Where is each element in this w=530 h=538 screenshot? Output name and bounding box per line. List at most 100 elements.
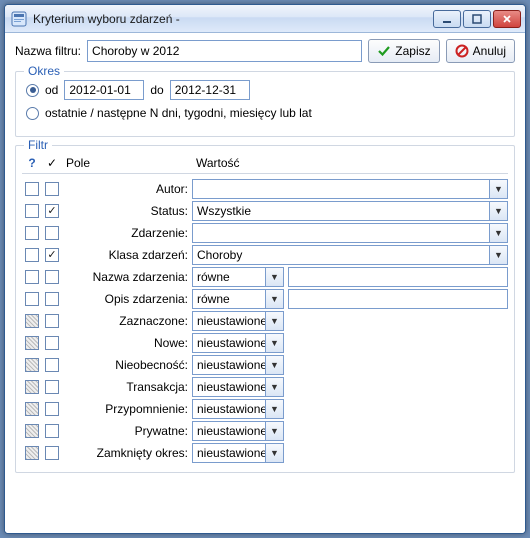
minimize-button[interactable] bbox=[433, 10, 461, 28]
chevron-down-icon[interactable]: ▼ bbox=[489, 202, 507, 220]
filter-row: Przypomnienie:nieustawione▼ bbox=[22, 398, 508, 420]
window-title: Kryterium wyboru zdarzeń - bbox=[33, 12, 433, 26]
close-button[interactable] bbox=[493, 10, 521, 28]
filter-row: Prywatne:nieustawione▼ bbox=[22, 420, 508, 442]
row-field-label: Przypomnienie: bbox=[62, 402, 192, 416]
row-value-cell: nieustawione▼ bbox=[192, 421, 508, 441]
row-checkbox-1[interactable] bbox=[25, 226, 39, 240]
row-checkbox-2[interactable] bbox=[45, 380, 59, 394]
chevron-down-icon[interactable]: ▼ bbox=[265, 400, 283, 418]
row-combo[interactable]: nieustawione▼ bbox=[192, 443, 284, 463]
row-combo-text: nieustawione bbox=[193, 314, 265, 328]
chevron-down-icon[interactable]: ▼ bbox=[265, 356, 283, 374]
cancel-button-label: Anuluj bbox=[473, 44, 506, 58]
row-checkbox-1[interactable] bbox=[25, 336, 39, 350]
row-combo-text: nieustawione bbox=[193, 402, 265, 416]
row-checkbox-1[interactable] bbox=[25, 380, 39, 394]
row-checkbox-1[interactable] bbox=[25, 424, 39, 438]
titlebar-buttons bbox=[433, 10, 521, 28]
row-checkbox-1[interactable] bbox=[25, 446, 39, 460]
do-label: do bbox=[150, 83, 163, 97]
row-combo[interactable]: ▼ bbox=[192, 223, 508, 243]
chevron-down-icon[interactable]: ▼ bbox=[265, 268, 283, 286]
row-checkbox-1[interactable] bbox=[25, 358, 39, 372]
chevron-down-icon[interactable]: ▼ bbox=[489, 180, 507, 198]
save-button-label: Zapisz bbox=[395, 44, 430, 58]
row-value-cell: nieustawione▼ bbox=[192, 355, 508, 375]
row-value-cell: równe▼ bbox=[192, 267, 508, 287]
row-value-cell: równe▼ bbox=[192, 289, 508, 309]
row-combo[interactable]: nieustawione▼ bbox=[192, 377, 284, 397]
row-field-label: Prywatne: bbox=[62, 424, 192, 438]
date-to-input[interactable] bbox=[170, 80, 250, 100]
row-value-cell: nieustawione▼ bbox=[192, 399, 508, 419]
chevron-down-icon[interactable]: ▼ bbox=[489, 224, 507, 242]
content-area: Nazwa filtru: Zapisz Anuluj Okres od do bbox=[5, 33, 525, 533]
maximize-button[interactable] bbox=[463, 10, 491, 28]
row-value-cell: nieustawione▼ bbox=[192, 443, 508, 463]
cancel-button[interactable]: Anuluj bbox=[446, 39, 515, 63]
header-help[interactable]: ? bbox=[22, 156, 42, 170]
row-checkbox-1[interactable] bbox=[25, 182, 39, 196]
chevron-down-icon[interactable]: ▼ bbox=[265, 312, 283, 330]
row-value-cell: nieustawione▼ bbox=[192, 311, 508, 331]
row-checkbox-2[interactable] bbox=[45, 336, 59, 350]
chevron-down-icon[interactable]: ▼ bbox=[265, 444, 283, 462]
row-combo[interactable]: nieustawione▼ bbox=[192, 333, 284, 353]
row-checkbox-1[interactable] bbox=[25, 204, 39, 218]
row-checkbox-1[interactable] bbox=[25, 402, 39, 416]
save-button[interactable]: Zapisz bbox=[368, 39, 439, 63]
row-value-cell: ▼ bbox=[192, 223, 508, 243]
row-checkbox-2[interactable] bbox=[45, 446, 59, 460]
row-checkbox-2[interactable] bbox=[45, 424, 59, 438]
radio-relative[interactable] bbox=[26, 107, 39, 120]
titlebar: Kryterium wyboru zdarzeń - bbox=[5, 5, 525, 33]
row-combo[interactable]: nieustawione▼ bbox=[192, 311, 284, 331]
row-checkbox-2[interactable] bbox=[45, 314, 59, 328]
row-value-input[interactable] bbox=[288, 267, 508, 287]
row-checkbox-2[interactable] bbox=[45, 182, 59, 196]
row-checkbox-2[interactable] bbox=[45, 358, 59, 372]
row-checkbox-2[interactable] bbox=[45, 292, 59, 306]
row-checkbox-2[interactable] bbox=[45, 226, 59, 240]
filter-fieldset: Filtr ? ✓ Pole Wartość Autor:▼Status:Wsz… bbox=[15, 145, 515, 473]
row-checkbox-2[interactable] bbox=[45, 248, 59, 262]
row-combo[interactable]: nieustawione▼ bbox=[192, 421, 284, 441]
row-field-label: Opis zdarzenia: bbox=[62, 292, 192, 306]
chevron-down-icon[interactable]: ▼ bbox=[265, 334, 283, 352]
radio-absolute[interactable] bbox=[26, 84, 39, 97]
row-checkbox-1[interactable] bbox=[25, 270, 39, 284]
row-value-cell: Wszystkie▼ bbox=[192, 201, 508, 221]
date-from-input[interactable] bbox=[64, 80, 144, 100]
row-value-cell: ▼ bbox=[192, 179, 508, 199]
filter-name-label: Nazwa filtru: bbox=[15, 44, 81, 58]
period-absolute-row: od do bbox=[26, 80, 504, 100]
chevron-down-icon[interactable]: ▼ bbox=[489, 246, 507, 264]
header-value: Wartość bbox=[192, 156, 508, 170]
row-checkbox-2[interactable] bbox=[45, 402, 59, 416]
row-combo[interactable]: równe▼ bbox=[192, 267, 284, 287]
row-checkbox-2[interactable] bbox=[45, 270, 59, 284]
dialog-window: Kryterium wyboru zdarzeń - Nazwa filtru:… bbox=[4, 4, 526, 534]
filter-row: Nowe:nieustawione▼ bbox=[22, 332, 508, 354]
filter-row: Status:Wszystkie▼ bbox=[22, 200, 508, 222]
row-combo[interactable]: nieustawione▼ bbox=[192, 399, 284, 419]
row-combo-text: nieustawione bbox=[193, 380, 265, 394]
row-combo-text: nieustawione bbox=[193, 446, 265, 460]
row-checkbox-1[interactable] bbox=[25, 248, 39, 262]
chevron-down-icon[interactable]: ▼ bbox=[265, 290, 283, 308]
row-value-input[interactable] bbox=[288, 289, 508, 309]
row-checkbox-2[interactable] bbox=[45, 204, 59, 218]
chevron-down-icon[interactable]: ▼ bbox=[265, 422, 283, 440]
row-combo-text: nieustawione bbox=[193, 424, 265, 438]
row-combo[interactable]: ▼ bbox=[192, 179, 508, 199]
row-combo[interactable]: Choroby▼ bbox=[192, 245, 508, 265]
row-combo[interactable]: nieustawione▼ bbox=[192, 355, 284, 375]
row-checkbox-1[interactable] bbox=[25, 314, 39, 328]
row-combo[interactable]: Wszystkie▼ bbox=[192, 201, 508, 221]
row-checkbox-1[interactable] bbox=[25, 292, 39, 306]
filter-name-input[interactable] bbox=[87, 40, 362, 62]
filter-row: Autor:▼ bbox=[22, 178, 508, 200]
chevron-down-icon[interactable]: ▼ bbox=[265, 378, 283, 396]
row-combo[interactable]: równe▼ bbox=[192, 289, 284, 309]
